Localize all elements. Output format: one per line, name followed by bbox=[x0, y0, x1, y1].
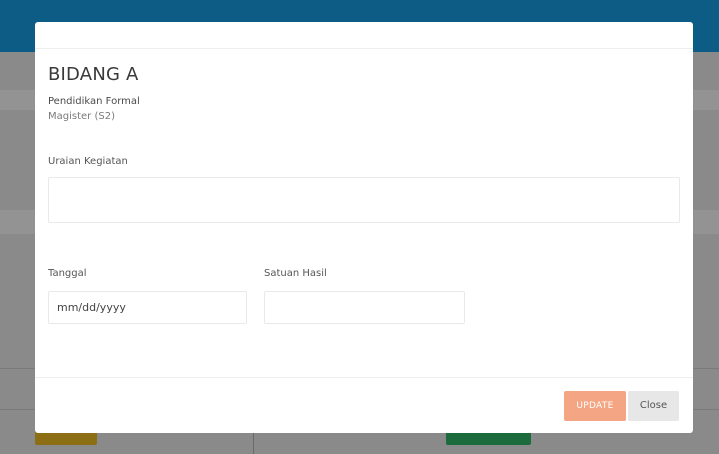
tanggal-label: Tanggal bbox=[48, 268, 87, 279]
satuan-hasil-input[interactable] bbox=[264, 291, 465, 324]
category-label: Pendidikan Formal bbox=[48, 96, 140, 107]
uraian-kegiatan-textarea[interactable] bbox=[48, 177, 680, 223]
uraian-kegiatan-label: Uraian Kegiatan bbox=[48, 156, 128, 167]
close-button[interactable]: Close bbox=[628, 391, 679, 421]
edit-activity-modal: BIDANG A Pendidikan Formal Magister (S2)… bbox=[35, 22, 693, 433]
modal-header-strip bbox=[35, 22, 693, 49]
modal-title: BIDANG A bbox=[48, 64, 139, 85]
satuan-hasil-label: Satuan Hasil bbox=[264, 268, 327, 279]
update-button[interactable]: UPDATE bbox=[564, 391, 626, 421]
tanggal-date-input[interactable]: mm/dd/yyyy bbox=[48, 291, 247, 324]
modal-footer-divider bbox=[35, 377, 693, 378]
education-level-label: Magister (S2) bbox=[48, 111, 115, 122]
